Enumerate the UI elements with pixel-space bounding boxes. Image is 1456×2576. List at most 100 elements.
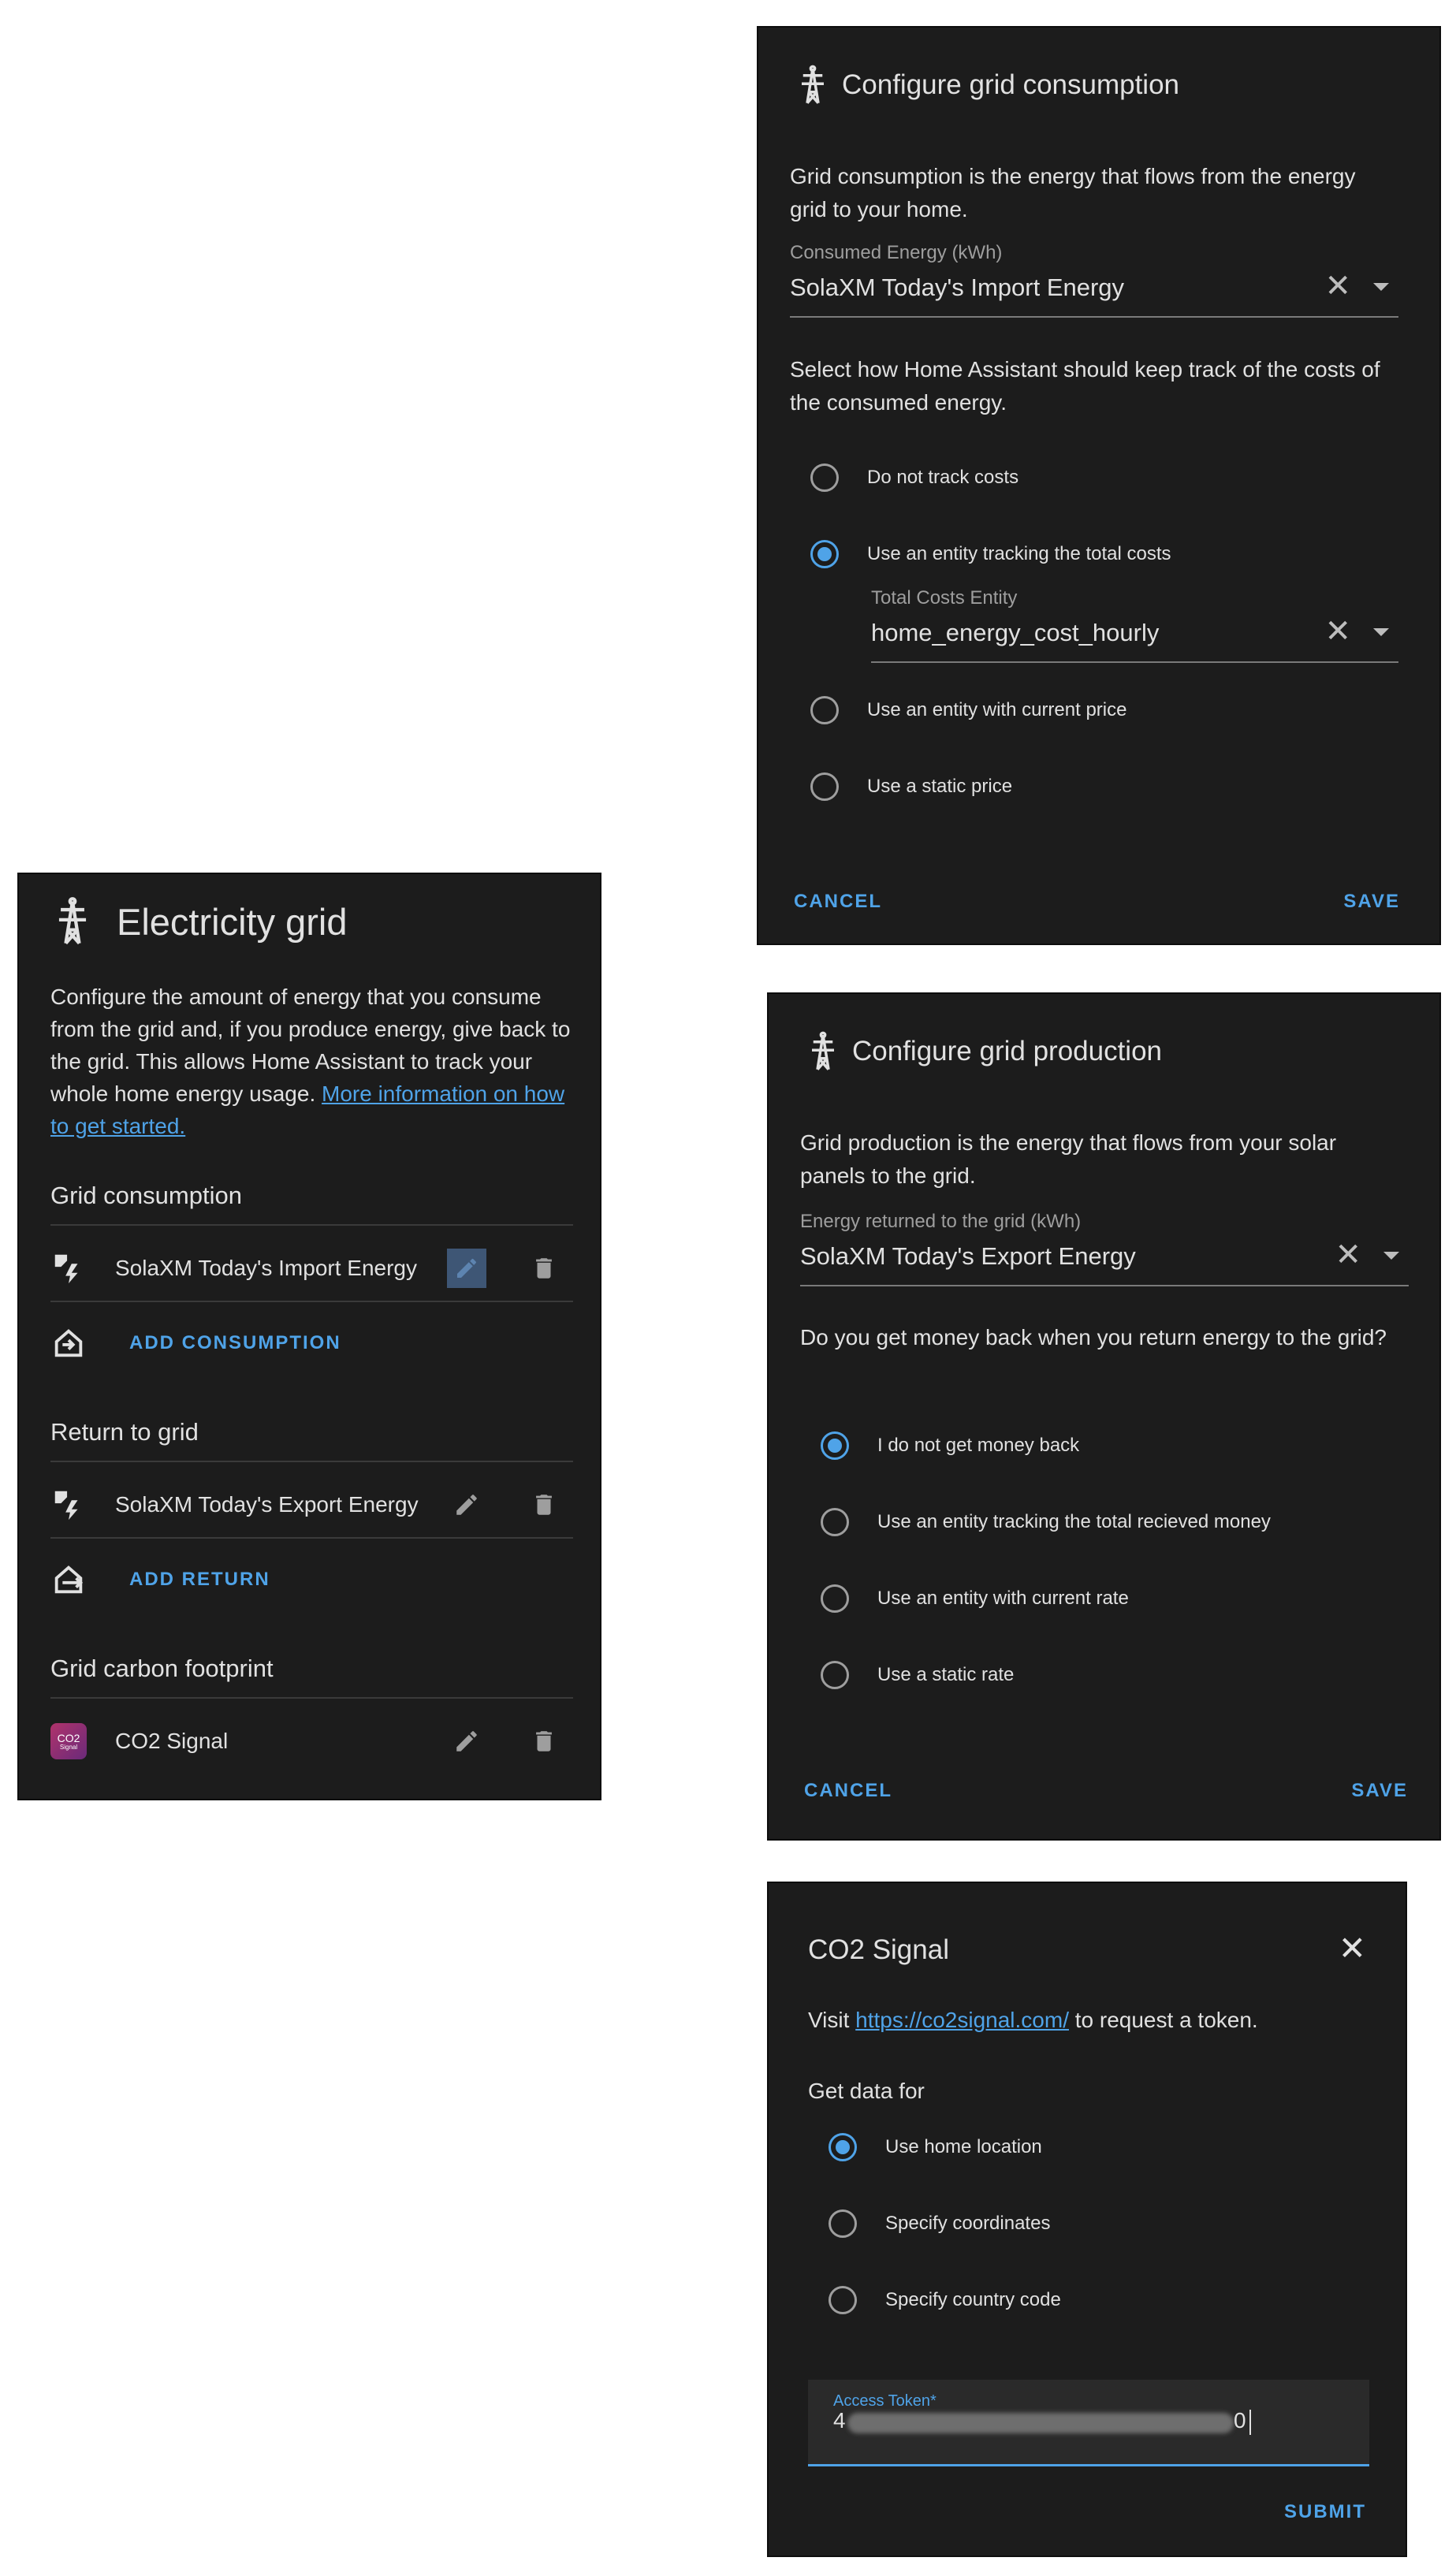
divider: [50, 1301, 573, 1302]
text-cursor: [1249, 2410, 1251, 2435]
delete-icon[interactable]: [524, 1485, 564, 1524]
dialog-header: Configure grid consumption: [796, 63, 1179, 107]
radio-button[interactable]: [821, 1661, 849, 1689]
radio-option[interactable]: Use an entity with current rate: [821, 1584, 1129, 1613]
submit-button[interactable]: SUBMIT: [1284, 2501, 1366, 2523]
radio-label: Use an entity tracking the total costs: [867, 543, 1171, 564]
radio-label: Use an entity with current rate: [877, 1588, 1129, 1609]
dialog-title: CO2 Signal: [808, 1934, 949, 1965]
list-item: CO2 Signal CO2 Signal: [50, 1710, 573, 1773]
cost-prompt: Select how Home Assistant should keep tr…: [790, 357, 1380, 415]
transmission-tower-icon: [796, 63, 829, 107]
logo-subtext: Signal: [59, 1743, 78, 1751]
radio-label: Do not track costs: [867, 467, 1019, 488]
radio-option[interactable]: Use an entity tracking the total recieve…: [821, 1508, 1271, 1536]
divider: [50, 1461, 573, 1462]
field-label: Total Costs Entity: [871, 587, 1018, 609]
edit-icon[interactable]: [447, 1485, 486, 1524]
field-label: Energy returned to the grid (kWh): [800, 1211, 1082, 1232]
radio-option[interactable]: Specify country code: [829, 2286, 1061, 2314]
edit-icon[interactable]: [447, 1722, 486, 1761]
add-return-row[interactable]: ADD RETURN: [50, 1548, 270, 1611]
radio-button[interactable]: [810, 696, 839, 724]
field-value: SolaXM Today's Import Energy: [790, 274, 1125, 301]
section-header-consumption: Grid consumption: [50, 1182, 242, 1209]
field-value: SolaXM Today's Export Energy: [800, 1242, 1136, 1270]
radio-button[interactable]: [810, 772, 839, 801]
save-button[interactable]: SAVE: [1351, 1780, 1408, 1802]
radio-button[interactable]: [829, 2209, 857, 2238]
redacted-token: [847, 2413, 1234, 2433]
radio-label: Specify country code: [885, 2289, 1061, 2310]
radio-button[interactable]: [829, 2286, 857, 2314]
save-button[interactable]: SAVE: [1343, 891, 1400, 913]
production-dialog: Configure grid production Grid productio…: [767, 992, 1441, 1841]
visit-text: Visit https://co2signal.com/ to request …: [808, 2008, 1258, 2033]
token-value-start: 4: [833, 2408, 846, 2433]
dialog-title: Configure grid production: [852, 1036, 1163, 1067]
energy-returned-field[interactable]: Energy returned to the grid (kWh) SolaXM…: [800, 1211, 1409, 1286]
radio-label: I do not get money back: [877, 1435, 1080, 1456]
radio-button[interactable]: [821, 1584, 849, 1613]
divider: [50, 1224, 573, 1226]
divider: [50, 1537, 573, 1539]
radio-button[interactable]: [821, 1431, 849, 1460]
electricity-grid-card: Electricity grid Configure the amount of…: [17, 873, 601, 1800]
add-consumption-button[interactable]: ADD CONSUMPTION: [129, 1332, 341, 1354]
get-data-for-label: Get data for: [808, 2079, 925, 2103]
add-consumption-row[interactable]: ADD CONSUMPTION: [50, 1312, 341, 1375]
radio-option[interactable]: Do not track costs: [810, 463, 1018, 492]
co2-signal-dialog: CO2 Signal ✕ Visit https://co2signal.com…: [767, 1882, 1407, 2557]
radio-button[interactable]: [829, 2133, 857, 2161]
delete-icon[interactable]: [524, 1249, 564, 1288]
dialog-title: Configure grid consumption: [842, 69, 1180, 100]
card-title: Electricity grid: [117, 900, 348, 943]
close-icon[interactable]: ✕: [1339, 1932, 1366, 1965]
add-return-button[interactable]: ADD RETURN: [129, 1569, 270, 1591]
radio-option[interactable]: Use home location: [829, 2133, 1042, 2161]
clear-icon[interactable]: ✕: [1335, 1239, 1361, 1271]
radio-button[interactable]: [810, 463, 839, 492]
radio-option[interactable]: Use a static price: [810, 772, 1012, 801]
radio-option[interactable]: Use an entity with current price: [810, 696, 1126, 724]
cancel-button[interactable]: CANCEL: [804, 1780, 892, 1802]
dialog-description: Grid consumption is the energy that flow…: [790, 164, 1356, 221]
access-token-field[interactable]: Access Token* 4 0: [808, 2380, 1369, 2466]
radio-label: Use an entity with current price: [867, 699, 1127, 720]
clear-icon[interactable]: ✕: [1324, 270, 1351, 302]
radio-option[interactable]: I do not get money back: [821, 1431, 1079, 1460]
radio-label: Specify coordinates: [885, 2213, 1051, 2234]
add-consumption-icon: [50, 1325, 87, 1361]
radio-label: Use home location: [885, 2136, 1042, 2157]
list-item: SolaXM Today's Import Energy: [50, 1237, 573, 1300]
list-item: SolaXM Today's Export Energy: [50, 1473, 573, 1536]
chevron-down-icon[interactable]: [1373, 283, 1389, 291]
edit-icon[interactable]: [447, 1249, 486, 1288]
field-label: Access Token*: [833, 2392, 937, 2410]
radio-option[interactable]: Use an entity tracking the total costs: [810, 540, 1171, 568]
radio-button[interactable]: [821, 1508, 849, 1536]
return-entity-name: SolaXM Today's Export Energy: [115, 1492, 419, 1517]
delete-icon[interactable]: [524, 1722, 564, 1761]
transmission-tower-icon: [806, 1029, 840, 1074]
consumption-entity-name: SolaXM Today's Import Energy: [115, 1256, 418, 1280]
radio-option[interactable]: Use a static rate: [821, 1661, 1014, 1689]
radio-option[interactable]: Specify coordinates: [829, 2209, 1050, 2238]
radio-label: Use a static price: [867, 776, 1013, 797]
total-costs-entity-field[interactable]: Total Costs Entity home_energy_cost_hour…: [871, 587, 1398, 663]
co2-signal-logo: CO2 Signal: [50, 1723, 87, 1759]
card-description: Configure the amount of energy that you …: [50, 981, 571, 1142]
clear-icon[interactable]: ✕: [1324, 616, 1351, 647]
radio-label: Use a static rate: [877, 1664, 1015, 1685]
visit-suffix: to request a token.: [1068, 2008, 1258, 2032]
radio-button[interactable]: [810, 540, 839, 568]
consumed-energy-field[interactable]: Consumed Energy (kWh) SolaXM Today's Imp…: [790, 242, 1398, 318]
grid-export-icon: [50, 1487, 87, 1523]
cancel-button[interactable]: CANCEL: [794, 891, 882, 913]
chevron-down-icon[interactable]: [1373, 628, 1389, 636]
co2signal-link[interactable]: https://co2signal.com/: [855, 2008, 1069, 2032]
chevron-down-icon[interactable]: [1383, 1252, 1399, 1260]
card-header: Electricity grid: [52, 896, 348, 947]
logo-text: CO2: [57, 1731, 80, 1744]
transmission-tower-icon: [52, 896, 93, 947]
